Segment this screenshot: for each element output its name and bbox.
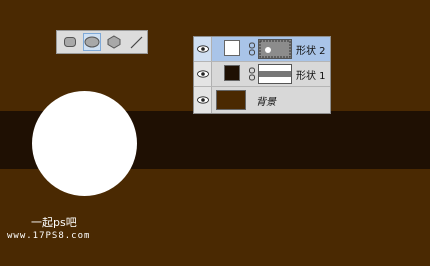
shape-tool-palette xyxy=(56,30,148,54)
watermark-url: www.17PS8.com xyxy=(7,231,91,241)
eye-icon xyxy=(196,96,209,104)
layer-name: 形状 1 xyxy=(296,71,326,82)
layer-row-background[interactable]: 背景 xyxy=(194,87,330,113)
layer-thumbnail xyxy=(216,90,246,110)
mask-circle-icon xyxy=(259,40,291,58)
layer-row-shape-2[interactable]: 形状 2 xyxy=(194,37,330,62)
layer-name: 形状 2 xyxy=(296,46,326,57)
layer-thumbnail xyxy=(224,40,240,56)
eye-icon xyxy=(196,70,209,78)
visibility-toggle[interactable] xyxy=(194,87,212,113)
rounded-rectangle-tool[interactable] xyxy=(61,33,79,51)
layer-thumbnail xyxy=(224,65,240,81)
vector-mask-thumbnail xyxy=(258,64,292,84)
visibility-toggle[interactable] xyxy=(194,37,212,61)
ellipse-tool-icon xyxy=(84,36,100,48)
line-tool-icon xyxy=(130,36,143,49)
layer-row-shape-1[interactable]: 形状 1 xyxy=(194,62,330,87)
link-icon xyxy=(249,67,255,81)
polygon-tool-icon xyxy=(107,35,121,49)
mask-band-icon xyxy=(259,65,291,83)
vector-mask-thumbnail xyxy=(258,39,292,59)
line-tool[interactable] xyxy=(127,33,145,51)
layer-name: 背景 xyxy=(256,97,276,108)
polygon-tool[interactable] xyxy=(105,33,123,51)
ellipse-tool[interactable] xyxy=(83,33,101,51)
rounded-rectangle-tool-icon xyxy=(64,37,76,47)
layers-panel: 形状 2 形状 1 背景 xyxy=(193,36,331,114)
white-circle-shape xyxy=(32,91,137,196)
visibility-toggle[interactable] xyxy=(194,62,212,86)
link-icon xyxy=(249,42,255,56)
watermark-title: 一起ps吧 xyxy=(31,216,77,229)
eye-icon xyxy=(196,45,209,53)
